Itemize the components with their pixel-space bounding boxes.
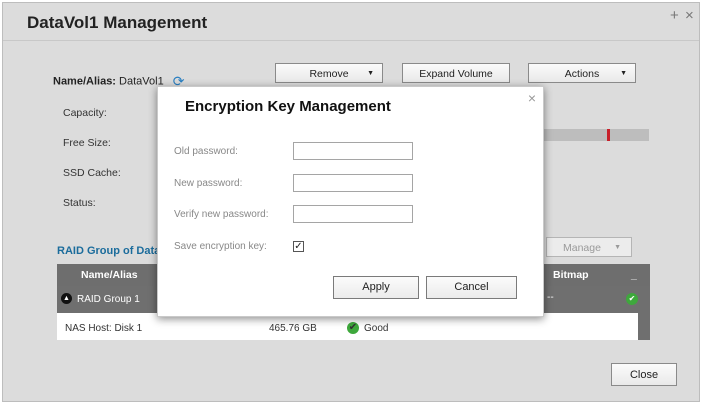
window-title: DataVol1 Management [27, 13, 208, 32]
column-header-name: Name/Alias [81, 269, 138, 281]
close-button[interactable]: Close [611, 363, 677, 386]
capacity-label: Capacity: [63, 107, 107, 119]
free-size-bar [543, 129, 649, 141]
expand-volume-label: Expand Volume [419, 68, 493, 80]
disk-name: NAS Host: Disk 1 [65, 323, 143, 334]
ssd-cache-label: SSD Cache: [63, 167, 121, 179]
raid-group-bitmap: -- [547, 292, 554, 303]
old-password-label: Old password: [174, 146, 238, 157]
collapse-icon[interactable]: ▲ [61, 293, 72, 304]
verify-password-label: Verify new password: [174, 209, 269, 220]
column-header-bitmap: Bitmap [553, 269, 589, 281]
close-window-icon[interactable]: × [685, 7, 694, 24]
remove-button[interactable]: Remove ▼ [275, 63, 383, 83]
free-size-label: Free Size: [63, 137, 111, 149]
check-circle-icon: ✔ [626, 293, 638, 305]
column-header-extra: _ [631, 269, 637, 281]
raid-group-name: RAID Group 1 [77, 294, 140, 305]
new-password-field[interactable] [293, 174, 413, 192]
title-divider [3, 40, 699, 41]
save-key-checkbox[interactable]: ✓ [293, 241, 304, 252]
dialog-title: Encryption Key Management [185, 98, 391, 115]
name-alias-label: Name/Alias: [53, 75, 116, 88]
chevron-down-icon: ▼ [614, 244, 621, 251]
save-key-label: Save encryption key: [174, 241, 267, 252]
disk-status: Good [364, 323, 389, 334]
close-icon[interactable]: × [528, 90, 536, 106]
verify-password-field[interactable] [293, 205, 413, 223]
actions-button[interactable]: Actions ▼ [528, 63, 636, 83]
expand-volume-button[interactable]: Expand Volume [402, 63, 510, 83]
check-circle-icon: ✔ [347, 322, 359, 334]
free-size-marker [606, 129, 610, 141]
remove-label: Remove [309, 68, 349, 80]
old-password-field[interactable] [293, 142, 413, 160]
manage-label: Manage [563, 242, 601, 254]
disk-size: 465.76 GB [269, 323, 317, 334]
chevron-down-icon: ▼ [367, 70, 374, 77]
chevron-down-icon: ▼ [620, 70, 627, 77]
cancel-button[interactable]: Cancel [426, 276, 517, 299]
status-label: Status: [63, 197, 96, 209]
maximize-icon[interactable]: + [670, 7, 679, 24]
raid-group-title: RAID Group of Data [57, 245, 161, 257]
new-password-label: New password: [174, 178, 243, 189]
apply-button[interactable]: Apply [333, 276, 419, 299]
encryption-key-dialog: Encryption Key Management × Old password… [157, 86, 544, 317]
table-row[interactable]: NAS Host: Disk 1 465.76 GB ✔ Good [57, 313, 650, 340]
actions-label: Actions [564, 68, 600, 80]
manage-button[interactable]: Manage ▼ [546, 237, 632, 257]
disk-card: NAS Host: Disk 1 465.76 GB ✔ Good [57, 313, 638, 340]
